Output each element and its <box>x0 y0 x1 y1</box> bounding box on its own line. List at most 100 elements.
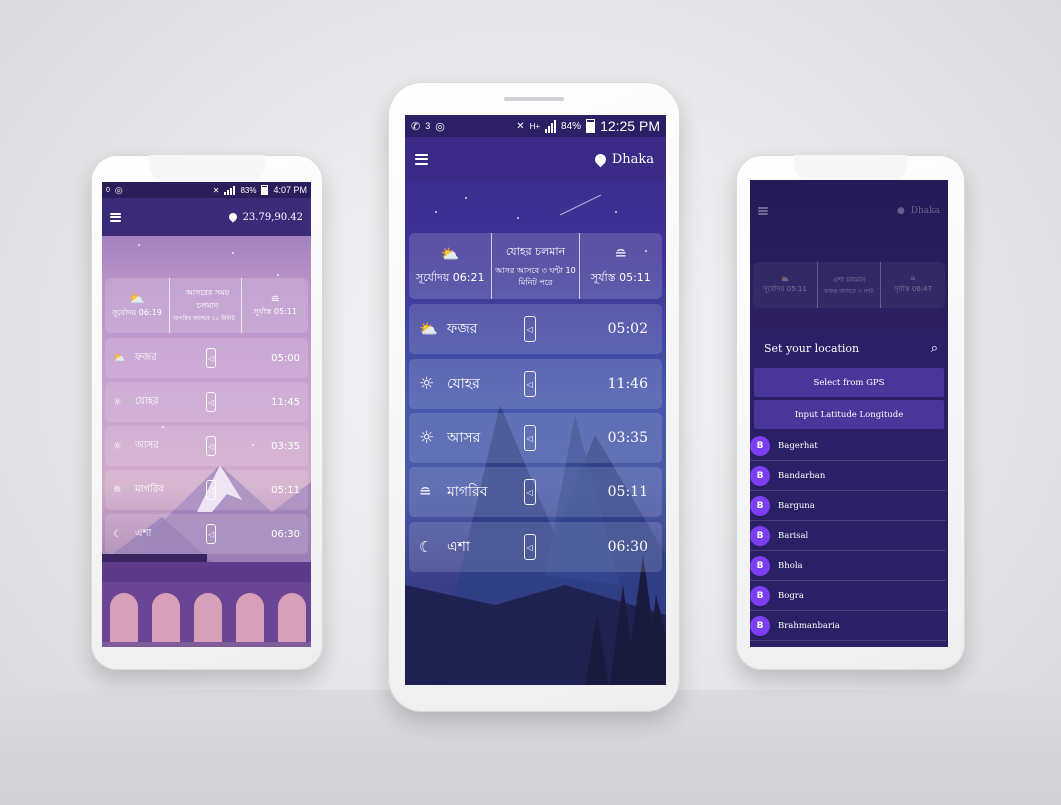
star <box>517 217 519 219</box>
notification-toggle-icon[interactable]: ◁ <box>206 480 217 500</box>
prayer-row-asr[interactable]: ☼ আসর ◁ 03:35 <box>409 413 662 463</box>
prayer-row-isha[interactable]: ☾ এশা ◁ 06:30 <box>105 514 308 554</box>
location-button[interactable]: 23.79,90.42 <box>226 211 303 223</box>
left-screen: 0 ◎ ✕ 83% 4:07 PM 23.79,90.42 ⛅ সূর্যোদয… <box>102 182 311 647</box>
city-item[interactable]: B Bogra <box>750 581 946 611</box>
mute-icon: ✕ <box>212 185 220 195</box>
prayer-row-maghrib[interactable]: ≘ মাগরিব ◁ 05:11 <box>105 470 308 510</box>
sunrise-label: সূর্যোদয় 06:19 <box>111 307 162 317</box>
city-name: Bogra <box>778 590 804 601</box>
city-initial-badge: B <box>750 555 770 576</box>
sunrise-icon: ⛅ <box>780 275 790 283</box>
latlong-button-label: Input Latitude Longitude <box>794 409 904 420</box>
prayer-time: 05:02 <box>607 321 648 337</box>
prayer-name: আসর <box>447 430 481 446</box>
prayer-time: 11:45 <box>271 396 300 408</box>
notification-toggle-icon[interactable]: ◁ <box>523 425 536 451</box>
star <box>277 274 279 276</box>
city-item[interactable]: B Bagerhat <box>750 431 946 461</box>
city-item[interactable]: B Barguna <box>750 491 946 521</box>
right-phone: ● Dhaka ⛅ সূর্যোদয় 05:11 এশা চলমান ফজর … <box>736 155 965 670</box>
sunset-block: ≘ সূর্যাস্ত 05:11 <box>580 245 662 288</box>
dimmed-app-background: ● Dhaka ⛅ সূর্যোদয় 05:11 এশা চলমান ফজর … <box>750 180 948 330</box>
prayer-name: ফজর <box>447 321 478 337</box>
moon-icon: ☾ <box>113 528 122 540</box>
clock: 4:07 PM <box>273 185 307 195</box>
sunset-label: সূর্যাস্ত 05:11 <box>253 306 297 316</box>
prayer-name: এশা <box>447 539 470 555</box>
city-name: Bagerhat <box>778 440 818 451</box>
city-name: Barguna <box>778 500 815 511</box>
prayer-name: ফজর <box>135 351 157 363</box>
prayer-row-zuhr[interactable]: ☼ যোহর ◁ 11:45 <box>105 382 308 422</box>
prayer-name: যোহর <box>135 395 159 407</box>
location-pin-icon <box>226 211 239 223</box>
input-lat-long-button[interactable]: Input Latitude Longitude <box>754 400 944 429</box>
sunrise-icon: ⛅ <box>113 352 126 364</box>
prayer-time: 03:35 <box>607 430 648 446</box>
sunset-icon: ≘ <box>270 292 280 306</box>
star <box>138 244 140 246</box>
star <box>435 211 437 213</box>
city-item[interactable]: B Bhola <box>750 551 946 581</box>
city-item[interactable]: B Bandarban <box>750 461 946 491</box>
prayer-row-fajr[interactable]: ⛅ ফজর ◁ 05:02 <box>409 304 662 354</box>
select-from-gps-button[interactable]: Select from GPS <box>754 368 944 397</box>
star <box>465 197 467 199</box>
prayer-time: 05:00 <box>271 352 300 364</box>
sunrise-icon: ⛅ <box>128 291 145 307</box>
battery-percent: 84% <box>561 120 582 132</box>
center-screen: ✆ 3 ◎ ✕ H+ 84% 12:25 PM Dhaka ⛅ সূর্যোদয… <box>405 115 666 685</box>
notification-toggle-icon[interactable]: ◁ <box>523 316 536 342</box>
notification-toggle-icon[interactable]: ◁ <box>206 392 217 412</box>
city-item[interactable]: B Barisal <box>750 521 946 551</box>
current-prayer-title: যোহর চলমান <box>505 245 566 258</box>
location-button[interactable]: Dhaka <box>592 151 654 167</box>
star <box>615 211 617 213</box>
menu-icon[interactable] <box>110 212 121 222</box>
notification-toggle-icon[interactable]: ◁ <box>206 524 217 544</box>
city-initial-badge: B <box>750 435 770 456</box>
status-bar: ✆ 3 ◎ ✕ H+ 84% 12:25 PM <box>405 115 666 137</box>
prayer-row-zuhr[interactable]: ☼ যোহর ◁ 11:46 <box>409 359 662 409</box>
prayer-row-isha[interactable]: ☾ এশা ◁ 06:30 <box>409 522 662 572</box>
sunset-icon: ≘ <box>113 484 122 496</box>
sunrise-icon: ⛅ <box>419 320 438 338</box>
menu-icon[interactable] <box>415 153 428 165</box>
notification-toggle-icon[interactable]: ◁ <box>523 534 536 560</box>
app-header: 23.79,90.42 <box>102 198 311 236</box>
city-initial-badge: B <box>750 495 770 516</box>
current-prayer-block: এশা চলমান ফজর আসবে ৩ ঘন্টা <box>818 274 880 297</box>
prayer-row-maghrib[interactable]: ≘ মাগরিব ◁ 05:11 <box>409 467 662 517</box>
next-prayer-countdown: ফজর আসবে ৩ ঘন্টা <box>824 287 874 295</box>
sun-times-card: ⛅ সূর্যোদয় 06:19 আসরের সময় চলমান মাগরি… <box>105 278 308 333</box>
notification-toggle-icon[interactable]: ◁ <box>523 479 536 505</box>
sunset-label: সূর্যাস্ত 05:11 <box>590 270 651 284</box>
prayer-name: এশা <box>135 527 152 539</box>
data-saver-icon: ◎ <box>435 120 445 133</box>
sunrise-label: সূর্যোদয় 06:21 <box>415 270 485 284</box>
battery-icon <box>586 119 596 133</box>
prayer-time: 03:35 <box>271 440 300 452</box>
notification-toggle-icon[interactable]: ◁ <box>206 436 217 456</box>
prayer-row-fajr[interactable]: ⛅ ফজর ◁ 05:00 <box>105 338 308 378</box>
notification-toggle-icon[interactable]: ◁ <box>523 371 536 397</box>
prayer-name: মাগরিব <box>135 483 164 495</box>
left-phone: 0 ◎ ✕ 83% 4:07 PM 23.79,90.42 ⛅ সূর্যোদয… <box>91 155 323 670</box>
signal-icon <box>545 119 557 133</box>
notification-toggle-icon[interactable]: ◁ <box>206 348 217 368</box>
sunset-icon: ≘ <box>614 244 628 263</box>
sunrise-block: ⛅ সূর্যোদয় 06:19 <box>105 292 169 320</box>
prayer-time: 06:30 <box>607 539 648 555</box>
city-item[interactable]: B Brahmanbaria <box>750 611 946 641</box>
prayer-name: আসর <box>135 439 159 451</box>
sunrise-block: ⛅ সূর্যোদয় 06:21 <box>409 245 491 288</box>
right-screen: ● Dhaka ⛅ সূর্যোদয় 05:11 এশা চলমান ফজর … <box>750 180 948 647</box>
city-name: Bandarban <box>778 470 826 481</box>
search-icon[interactable]: ⌕ <box>931 341 938 356</box>
sun-icon: ☼ <box>419 374 435 394</box>
app-header: ● Dhaka <box>750 194 948 228</box>
prayer-row-asr[interactable]: ☼ আসর ◁ 03:35 <box>105 426 308 466</box>
prayer-time: 05:11 <box>607 484 648 500</box>
prayer-name: যোহর <box>447 376 480 392</box>
